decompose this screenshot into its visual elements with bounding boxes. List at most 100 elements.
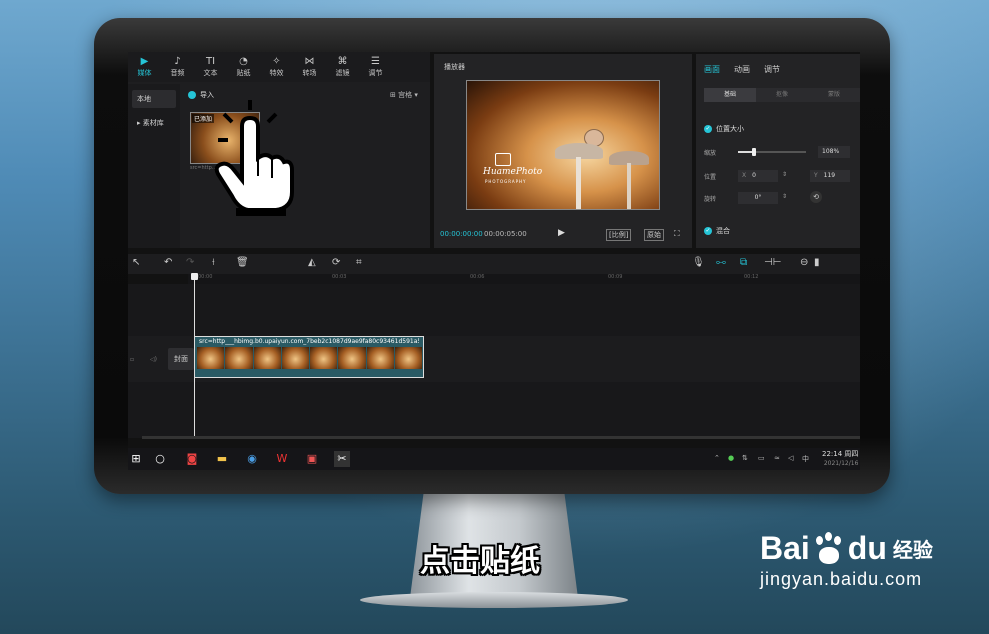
playhead[interactable] <box>194 274 195 438</box>
app-icon[interactable]: ◙ <box>184 451 200 467</box>
volume-icon[interactable]: ◁ <box>788 454 793 462</box>
tool-effects[interactable]: ✧ 特效 <box>260 52 293 82</box>
clock-time: 22:14 周四 <box>822 450 859 458</box>
position-x-input[interactable]: X0 <box>738 170 778 182</box>
slides-icon[interactable]: ▣ <box>304 451 320 467</box>
tab-adjust[interactable]: 调节 <box>764 64 780 75</box>
taskbar: ⊞ ○ ◙ ▬ ◉ W ▣ ✂ ⌃ ● ⇅ ▭ ≈ ◁ 中 22:14 周四 2… <box>128 448 860 470</box>
network-icon[interactable]: ⇅ <box>742 454 748 462</box>
tool-media[interactable]: ▶ 媒体 <box>128 52 161 82</box>
tool-filter[interactable]: ⌘ 滤镜 <box>326 52 359 82</box>
tray-monitor-icon[interactable]: ▭ <box>758 454 765 462</box>
split-icon[interactable]: ⟊ <box>212 257 215 268</box>
taskbar-clock[interactable]: 22:14 周四 2021/12/16 <box>822 450 858 468</box>
clock-date: 2021/12/16 <box>823 460 859 467</box>
speaker-icon[interactable]: ◁) <box>150 356 157 363</box>
baidu-url: jingyan.baidu.com <box>760 569 923 589</box>
media-sidebar: 本地 ▸ 素材库 <box>128 84 180 248</box>
tray-chevron-icon[interactable]: ⌃ <box>714 454 720 462</box>
playhead-handle[interactable] <box>191 273 198 280</box>
position-y-input[interactable]: Y 119 <box>810 170 850 182</box>
blend-section[interactable]: ✓ 混合 <box>704 226 730 236</box>
search-icon[interactable]: ○ <box>152 451 168 467</box>
clip-frame <box>253 347 281 369</box>
sidebar-item-library[interactable]: ▸ 素材库 <box>132 114 176 132</box>
scale-slider-fill <box>738 151 752 153</box>
delete-icon[interactable]: 🗑 <box>236 257 249 268</box>
wifi-icon[interactable]: ≈ <box>774 454 780 462</box>
plus-icon <box>188 91 196 99</box>
tab-animation[interactable]: 动画 <box>734 64 750 75</box>
x-stepper-icon[interactable]: ⇕ <box>782 171 787 178</box>
media-icon: ▶ <box>140 56 149 67</box>
fullscreen-icon[interactable]: ⛶ <box>674 229 680 239</box>
sticker-icon: ◔ <box>239 56 248 67</box>
scale-slider-handle[interactable] <box>752 148 756 156</box>
subtab-mask[interactable]: 蒙版 <box>808 88 860 102</box>
scale-slider[interactable] <box>738 148 806 156</box>
tool-text[interactable]: TI 文本 <box>194 52 227 82</box>
clip-name: src=http___hbimg.b0.upaiyun.com_7beb2c10… <box>199 338 419 345</box>
subtab-keying[interactable]: 抠像 <box>756 88 808 102</box>
tray-app-icon[interactable]: ● <box>728 454 734 462</box>
snap-icon[interactable]: ⧉ <box>740 257 747 268</box>
filter-icon: ⌘ <box>337 56 348 67</box>
preview-watermark-sub: PHOTOGRAPHY <box>485 179 527 184</box>
zoom-out-icon[interactable]: ⊖ <box>800 257 808 268</box>
timeline-scrollbar[interactable] <box>142 436 860 439</box>
link-icon[interactable]: ⧟ <box>716 257 726 268</box>
tool-audio[interactable]: ♪ 音频 <box>161 52 194 82</box>
clip-frame <box>197 347 225 369</box>
text-icon: TI <box>205 56 216 67</box>
clip-frames <box>197 347 423 369</box>
rotate-icon[interactable]: ⟳ <box>332 257 340 268</box>
redo-icon[interactable]: ↷ <box>186 257 194 268</box>
microphone-icon[interactable]: 🎙 <box>692 257 705 268</box>
view-mode-dropdown[interactable]: ⊞ 宫格 ▾ <box>390 90 418 100</box>
clip-frame <box>281 347 309 369</box>
mushroom-stem <box>576 157 581 209</box>
ratio-button[interactable]: [比例] <box>606 229 632 241</box>
preview-axis-icon[interactable]: ⊣⊢ <box>764 257 781 268</box>
tool-sticker[interactable]: ◔ 贴纸 <box>227 52 260 82</box>
rotate-reset-icon[interactable]: ⟲ <box>810 191 822 203</box>
rotate-input[interactable]: 0° <box>738 192 778 204</box>
rotate-stepper-icon[interactable]: ⇕ <box>782 193 787 200</box>
crop-icon[interactable]: ⌗ <box>356 257 362 268</box>
position-size-section[interactable]: ✓ 位置大小 <box>704 124 744 134</box>
undo-icon[interactable]: ↶ <box>164 257 172 268</box>
ime-icon[interactable]: 中 <box>802 454 809 464</box>
tool-adjust[interactable]: ☰ 调节 <box>359 52 392 82</box>
capcut-icon[interactable]: ✂ <box>334 451 350 467</box>
tab-picture[interactable]: 画面 <box>704 64 720 75</box>
baidu-logo: Bai du 经验 <box>760 530 933 566</box>
paw-icon <box>812 531 846 566</box>
lock-icon[interactable]: ▫ <box>130 356 134 363</box>
current-timecode: 00:00:00:00 <box>440 230 483 238</box>
effects-icon: ✧ <box>272 56 281 67</box>
tool-transition[interactable]: ⋈ 转场 <box>293 52 326 82</box>
ruler-tick: 00:03 <box>332 274 347 280</box>
folder-icon[interactable]: ▬ <box>214 451 230 467</box>
wps-icon[interactable]: W <box>274 451 290 467</box>
cover-button[interactable]: 封面 <box>168 348 194 370</box>
check-icon: ✓ <box>704 125 712 133</box>
play-button[interactable]: ▶ <box>558 228 565 238</box>
player-panel: 播放器 HuamePhoto PHOTOGRAPHY 00:00:00:00 0… <box>434 54 692 248</box>
preview-watermark: HuamePhoto <box>483 167 543 177</box>
ruler-tick: 00:00 <box>198 274 213 280</box>
total-timecode: 00:00:05:00 <box>484 230 527 238</box>
mirror-icon[interactable]: ◭ <box>308 257 316 268</box>
top-toolbar: ▶ 媒体 ♪ 音频 TI 文本 ◔ 贴纸 ✧ 特效 ⋈ 转场 ⌘ 滤镜 ☰ 调节 <box>128 52 430 82</box>
sidebar-item-local[interactable]: 本地 <box>132 90 176 108</box>
browser-icon[interactable]: ◉ <box>244 451 260 467</box>
scale-input[interactable]: 108% <box>818 146 850 158</box>
scale-label: 缩放 <box>704 150 717 157</box>
original-button[interactable]: 原始 <box>644 229 664 241</box>
video-clip[interactable]: src=http___hbimg.b0.upaiyun.com_7beb2c10… <box>194 336 424 378</box>
zoom-slider-handle[interactable]: ▮ <box>814 257 820 268</box>
select-cursor-icon[interactable]: ↖ <box>132 257 140 268</box>
subtab-basic[interactable]: 基础 <box>704 88 756 102</box>
pointer-hand-icon <box>214 100 294 216</box>
windows-start-icon[interactable]: ⊞ <box>128 451 144 467</box>
